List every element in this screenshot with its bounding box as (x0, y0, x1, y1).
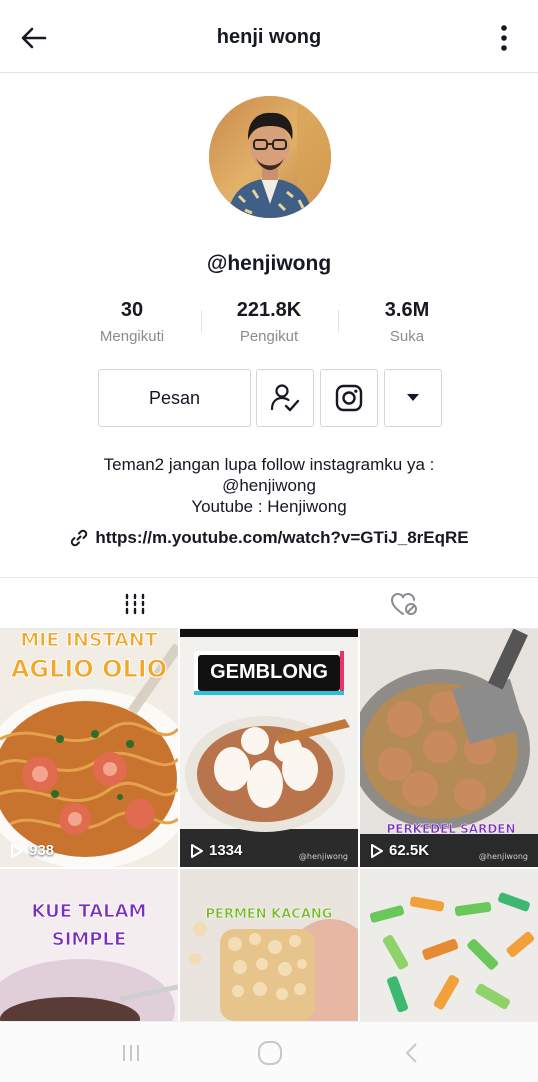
link-icon (71, 529, 88, 547)
stat-following[interactable]: 30 Mengikuti (72, 298, 192, 345)
video-title-overlay: AGLIO OLIO (10, 655, 168, 684)
system-back-button[interactable] (392, 1036, 432, 1070)
video-thumbnail[interactable]: MIE INSTANT AGLIO OLIO 938 (0, 629, 178, 867)
play-outline-icon (191, 843, 203, 858)
view-count: 938 (10, 842, 54, 859)
content-tabs (0, 577, 538, 631)
bio-link[interactable]: https://m.youtube.com/watch?v=GTiJ_8rEqR… (0, 528, 538, 548)
tab-liked-videos[interactable] (269, 578, 538, 630)
instagram-button[interactable] (320, 369, 378, 427)
permen-kacang-image (180, 869, 358, 1021)
recent-apps-button[interactable] (111, 1036, 151, 1070)
avatar-photo (209, 96, 331, 218)
stat-likes[interactable]: 3.6M Suka (347, 298, 467, 345)
top-bar: henji wong (0, 0, 538, 73)
stat-followers-count: 221.8K (236, 299, 302, 321)
video-title-overlay: MIE INSTANT (20, 629, 158, 652)
recent-apps-icon (123, 1045, 139, 1061)
chevron-left-icon (405, 1043, 417, 1063)
message-button[interactable]: Pesan (98, 369, 251, 427)
video-thumbnail[interactable]: PERMEN KACANG (180, 869, 358, 1021)
play-outline-icon (11, 843, 23, 858)
video-thumbnail[interactable] (360, 869, 538, 1021)
following-status-button[interactable] (256, 369, 314, 427)
vertical-dots-icon (501, 25, 507, 51)
video-grid: MIE INSTANT AGLIO OLIO 938 GEMBLONG @hen (0, 629, 538, 1021)
view-count: 1334 (190, 842, 242, 859)
bio-line: Youtube : Henjiwong (191, 497, 347, 516)
home-button[interactable] (250, 1036, 290, 1070)
triangle-down-icon (407, 394, 419, 401)
stat-likes-label: Suka (389, 328, 425, 345)
stat-divider (338, 310, 339, 332)
grid-bars-icon (125, 593, 144, 615)
video-watermark: @henjiwong (478, 852, 528, 861)
profile-bio: Teman2 jangan lupa follow instagramku ya… (0, 454, 538, 517)
video-title-overlay: PERKEDEL SARDEN (386, 822, 516, 837)
bio-link-text: https://m.youtube.com/watch?v=GTiJ_8rEqR… (95, 528, 469, 547)
video-title-overlay: SIMPLE (51, 929, 127, 951)
video-thumbnail[interactable]: PERKEDEL SARDEN @henjiwong 62.5K (360, 629, 538, 867)
play-outline-icon (371, 843, 383, 858)
stat-following-label: Mengikuti (99, 328, 165, 345)
home-icon (258, 1041, 282, 1065)
system-navigation-bar (0, 1021, 538, 1082)
video-thumbnail[interactable]: GEMBLONG @henjiwong 1334 (180, 629, 358, 867)
view-count-text: 62.5K (389, 842, 430, 859)
view-count-text: 938 (29, 842, 55, 859)
user-check-icon (270, 384, 300, 412)
more-options-button[interactable] (488, 22, 520, 54)
video-title-overlay: KUE TALAM (31, 901, 147, 923)
stat-divider (201, 310, 202, 332)
jelly-candy-image (360, 869, 538, 1021)
video-thumbnail[interactable]: KUE TALAM SIMPLE (0, 869, 178, 1021)
instagram-icon (335, 384, 363, 412)
video-title-overlay: GEMBLONG (210, 661, 328, 683)
stat-likes-count: 3.6M (384, 299, 430, 321)
tab-videos[interactable] (0, 578, 269, 631)
stat-followers-label: Pengikut (239, 328, 299, 345)
stat-following-count: 30 (120, 299, 144, 321)
suggested-accounts-dropdown[interactable] (384, 369, 442, 427)
video-title-overlay: PERMEN KACANG (205, 907, 333, 923)
bio-line: @henjiwong (222, 476, 316, 495)
avatar[interactable] (209, 96, 331, 218)
video-watermark: @henjiwong (298, 852, 348, 861)
stat-followers[interactable]: 221.8K Pengikut (209, 298, 329, 345)
profile-stats: 30 Mengikuti 221.8K Pengikut 3.6M Suka (0, 298, 538, 350)
bio-line: Teman2 jangan lupa follow instagramku ya… (103, 455, 435, 474)
view-count: 62.5K (370, 842, 429, 859)
username: @henjiwong (206, 252, 332, 275)
hidden-heart-icon (390, 592, 417, 615)
page-title: henji wong (216, 26, 322, 48)
view-count-text: 1334 (209, 842, 243, 859)
